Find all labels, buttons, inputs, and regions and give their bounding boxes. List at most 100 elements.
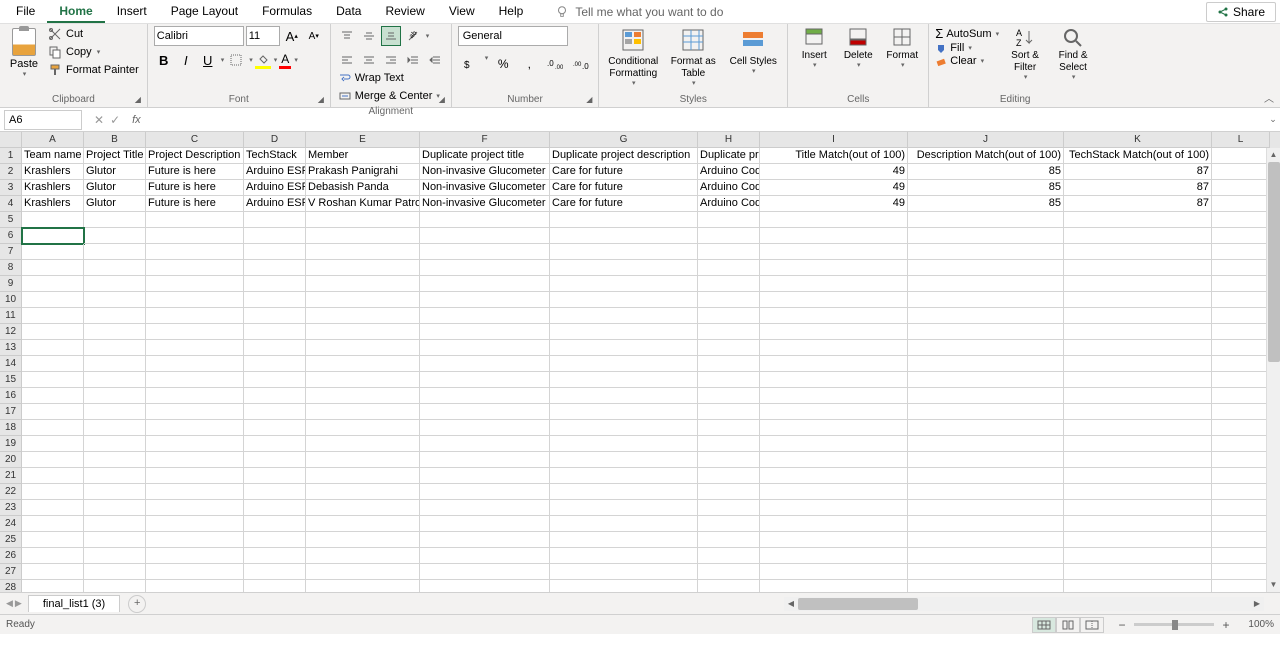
cell-I2[interactable]: 49 (760, 164, 908, 180)
cell-J4[interactable]: 85 (908, 196, 1064, 212)
cell-H14[interactable] (698, 356, 760, 372)
cell-J20[interactable] (908, 452, 1064, 468)
cell-B24[interactable] (84, 516, 146, 532)
cell-D21[interactable] (244, 468, 306, 484)
cell-G7[interactable] (550, 244, 698, 260)
cell-G5[interactable] (550, 212, 698, 228)
cell-D7[interactable] (244, 244, 306, 260)
cell-L2[interactable] (1212, 164, 1270, 180)
cell-B7[interactable] (84, 244, 146, 260)
cell-B8[interactable] (84, 260, 146, 276)
cell-E4[interactable]: V Roshan Kumar Patro (306, 196, 420, 212)
column-header-D[interactable]: D (244, 132, 306, 148)
cell-A22[interactable] (22, 484, 84, 500)
cell-H11[interactable] (698, 308, 760, 324)
cell-J26[interactable] (908, 548, 1064, 564)
cell-L10[interactable] (1212, 292, 1270, 308)
cell-F3[interactable]: Non-invasive Glucometer (420, 180, 550, 196)
cell-K6[interactable] (1064, 228, 1212, 244)
cell-A28[interactable] (22, 580, 84, 592)
cell-D27[interactable] (244, 564, 306, 580)
cell-J23[interactable] (908, 500, 1064, 516)
cell-G22[interactable] (550, 484, 698, 500)
cell-C16[interactable] (146, 388, 244, 404)
increase-decimal-button[interactable]: .0.00 (544, 54, 566, 74)
cell-G26[interactable] (550, 548, 698, 564)
cell-A18[interactable] (22, 420, 84, 436)
row-header-12[interactable]: 12 (0, 324, 22, 340)
cell-H2[interactable]: Arduino Coding (698, 164, 760, 180)
insert-cells-button[interactable]: Insert▾ (794, 26, 834, 69)
cell-I15[interactable] (760, 372, 908, 388)
row-header-28[interactable]: 28 (0, 580, 22, 592)
cell-A25[interactable] (22, 532, 84, 548)
cell-I5[interactable] (760, 212, 908, 228)
number-format-select[interactable] (458, 26, 568, 46)
cell-J1[interactable]: Description Match(out of 100) (908, 148, 1064, 164)
cell-D5[interactable] (244, 212, 306, 228)
cell-L16[interactable] (1212, 388, 1270, 404)
cell-L18[interactable] (1212, 420, 1270, 436)
cell-C12[interactable] (146, 324, 244, 340)
cell-E1[interactable]: Member (306, 148, 420, 164)
cell-L24[interactable] (1212, 516, 1270, 532)
copy-button[interactable]: Copy ▾ (46, 44, 141, 60)
row-header-9[interactable]: 9 (0, 276, 22, 292)
cell-L21[interactable] (1212, 468, 1270, 484)
cell-G24[interactable] (550, 516, 698, 532)
row-header-20[interactable]: 20 (0, 452, 22, 468)
cell-J16[interactable] (908, 388, 1064, 404)
menu-data[interactable]: Data (324, 1, 373, 23)
cell-C2[interactable]: Future is here (146, 164, 244, 180)
cell-K26[interactable] (1064, 548, 1212, 564)
cell-D3[interactable]: Arduino ESP (244, 180, 306, 196)
cell-B5[interactable] (84, 212, 146, 228)
decrease-font-button[interactable]: A▾ (304, 26, 324, 46)
clear-button[interactable]: Clear▾ (935, 55, 999, 67)
cell-L26[interactable] (1212, 548, 1270, 564)
menu-help[interactable]: Help (487, 1, 536, 23)
cell-L19[interactable] (1212, 436, 1270, 452)
row-header-26[interactable]: 26 (0, 548, 22, 564)
cell-I18[interactable] (760, 420, 908, 436)
cell-H28[interactable] (698, 580, 760, 592)
cell-L20[interactable] (1212, 452, 1270, 468)
cell-K14[interactable] (1064, 356, 1212, 372)
cell-K3[interactable]: 87 (1064, 180, 1212, 196)
cell-K17[interactable] (1064, 404, 1212, 420)
cell-C19[interactable] (146, 436, 244, 452)
cell-I9[interactable] (760, 276, 908, 292)
cell-G4[interactable]: Care for future (550, 196, 698, 212)
cell-D13[interactable] (244, 340, 306, 356)
cell-A8[interactable] (22, 260, 84, 276)
cell-A27[interactable] (22, 564, 84, 580)
cell-B16[interactable] (84, 388, 146, 404)
cell-D6[interactable] (244, 228, 306, 244)
cell-G9[interactable] (550, 276, 698, 292)
format-cells-button[interactable]: Format▾ (882, 26, 922, 69)
cell-B1[interactable]: Project Title (84, 148, 146, 164)
cell-E28[interactable] (306, 580, 420, 592)
paste-button[interactable]: Paste ▾ (6, 26, 42, 80)
cell-H5[interactable] (698, 212, 760, 228)
cell-B10[interactable] (84, 292, 146, 308)
column-header-J[interactable]: J (908, 132, 1064, 148)
format-as-table-button[interactable]: Format as Table ▾ (665, 26, 721, 88)
cell-A17[interactable] (22, 404, 84, 420)
cancel-formula-button[interactable]: ✕ (94, 113, 104, 127)
row-header-6[interactable]: 6 (0, 228, 22, 244)
cell-K25[interactable] (1064, 532, 1212, 548)
cell-B22[interactable] (84, 484, 146, 500)
cell-C13[interactable] (146, 340, 244, 356)
select-all-corner[interactable] (0, 132, 22, 148)
row-header-13[interactable]: 13 (0, 340, 22, 356)
cell-H25[interactable] (698, 532, 760, 548)
menu-view[interactable]: View (437, 1, 487, 23)
align-bottom-button[interactable] (381, 26, 401, 46)
cell-E23[interactable] (306, 500, 420, 516)
percent-button[interactable]: % (492, 54, 514, 74)
cell-E20[interactable] (306, 452, 420, 468)
cell-E24[interactable] (306, 516, 420, 532)
cell-G13[interactable] (550, 340, 698, 356)
cell-F4[interactable]: Non-invasive Glucometer (420, 196, 550, 212)
